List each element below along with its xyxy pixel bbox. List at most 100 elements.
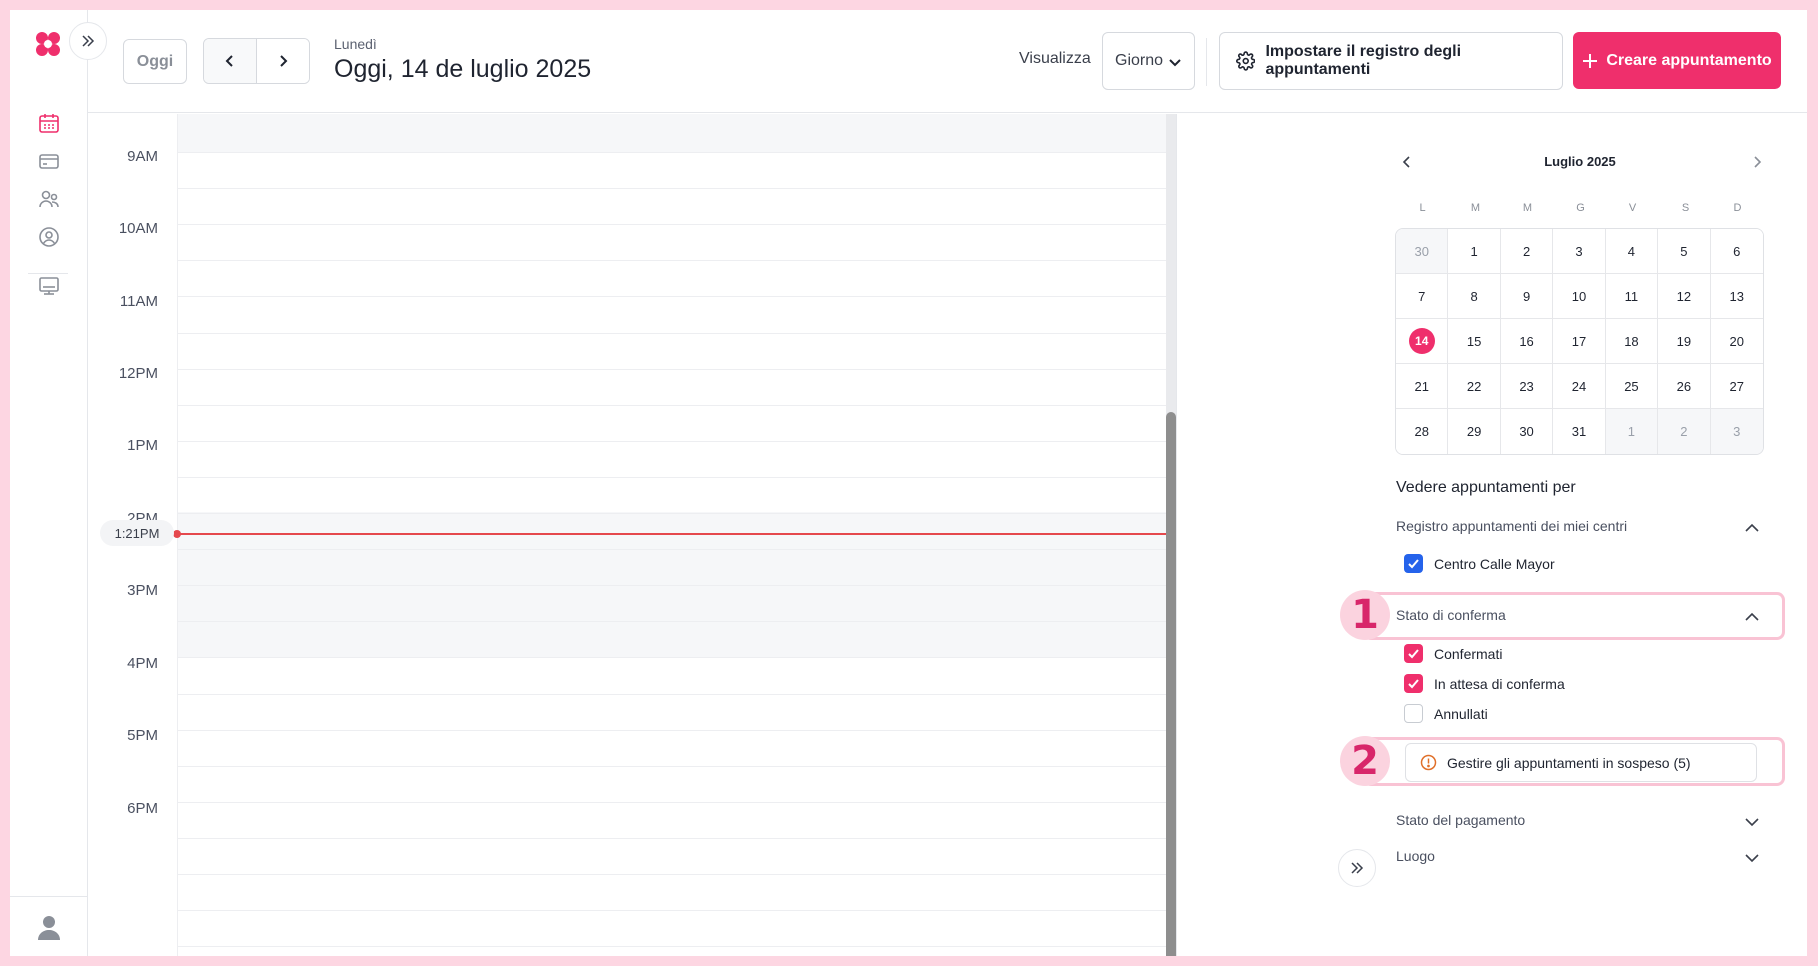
create-appointment-button[interactable]: Creare appuntamento	[1573, 32, 1781, 89]
checkbox-unchecked[interactable]	[1404, 704, 1423, 723]
mini-calendar-day-number: 16	[1519, 333, 1534, 349]
mini-calendar-day[interactable]: 19	[1658, 319, 1711, 364]
mini-calendar-next-button[interactable]	[1750, 155, 1766, 171]
mini-calendar-prev-button[interactable]	[1400, 155, 1416, 171]
center-checkbox-row[interactable]: Centro Calle Mayor	[1404, 554, 1555, 573]
users-icon[interactable]	[36, 186, 62, 212]
mini-calendar-day[interactable]: 24	[1553, 364, 1606, 409]
gear-icon	[1236, 51, 1256, 71]
place-accordion[interactable]: Luogo	[1396, 848, 1435, 864]
mini-calendar-day[interactable]: 9	[1500, 274, 1554, 319]
mini-calendar-day[interactable]: 5	[1658, 229, 1711, 274]
mini-calendar-day[interactable]: 30	[1500, 409, 1554, 454]
mini-calendar-day-number: 27	[1729, 378, 1744, 394]
confirmed-checkbox-row[interactable]: Confermati	[1404, 644, 1502, 663]
mini-calendar-day[interactable]: 8	[1448, 274, 1501, 319]
centers-accordion[interactable]: Registro appuntamenti dei miei centri	[1396, 518, 1627, 534]
mini-calendar-day[interactable]: 12	[1658, 274, 1711, 319]
mini-calendar-day-number: 6	[1733, 243, 1741, 259]
pending-label: In attesa di conferma	[1434, 675, 1565, 692]
manage-pending-button[interactable]: Gestire gli appuntamenti in sospeso (5)	[1405, 743, 1757, 782]
mini-calendar-day[interactable]: 16	[1500, 319, 1554, 364]
unavailable-slot	[178, 114, 1176, 152]
mini-calendar-day[interactable]: 25	[1605, 364, 1659, 409]
page-title: Oggi, 14 de luglio 2025	[334, 55, 592, 83]
checkbox-checked[interactable]	[1404, 674, 1423, 693]
mini-calendar-day[interactable]: 29	[1448, 409, 1501, 454]
mini-calendar-day[interactable]: 6	[1710, 229, 1763, 274]
mini-calendar-day[interactable]: 1	[1605, 409, 1659, 454]
chevron-down-icon[interactable]	[1744, 814, 1760, 830]
mini-calendar-day[interactable]: 18	[1605, 319, 1659, 364]
mini-calendar-day-number: 23	[1519, 378, 1534, 394]
monitor-icon[interactable]	[36, 273, 62, 299]
slot-line	[178, 333, 1176, 334]
today-button[interactable]: Oggi	[123, 39, 187, 84]
mini-calendar-day[interactable]: 10	[1553, 274, 1606, 319]
settings-button[interactable]: Impostare il registro degli appuntamenti	[1219, 32, 1563, 90]
hour-label: 9AM	[127, 148, 158, 165]
double-chevron-right-icon	[82, 35, 95, 47]
mini-calendar-day-number: 25	[1624, 378, 1639, 394]
mini-calendar-day[interactable]: 13	[1710, 274, 1763, 319]
mini-calendar-day-number: 30	[1519, 424, 1534, 439]
cancelled-checkbox-row[interactable]: Annullati	[1404, 704, 1488, 723]
mini-calendar-day-number: 5	[1680, 243, 1688, 259]
mini-calendar-day-number: 13	[1729, 288, 1744, 304]
collapse-panel-button[interactable]	[1338, 849, 1376, 887]
mini-calendar-day[interactable]: 26	[1658, 364, 1711, 409]
previous-day-button[interactable]	[204, 39, 257, 83]
confirmation-accordion[interactable]: Stato di conferma	[1396, 607, 1506, 623]
next-day-button[interactable]	[257, 39, 309, 83]
mini-calendar-day[interactable]: 27	[1710, 364, 1763, 409]
hour-label: 12PM	[118, 365, 158, 382]
credit-card-icon[interactable]	[36, 148, 62, 174]
expand-sidebar-button[interactable]	[69, 22, 107, 60]
calendar-icon[interactable]	[36, 110, 62, 136]
slot-line	[178, 369, 1176, 370]
mini-calendar-day-today[interactable]: 14	[1396, 319, 1449, 364]
mini-calendar-day[interactable]: 15	[1448, 319, 1501, 364]
confirmed-label: Confermati	[1434, 645, 1503, 662]
mini-calendar-day[interactable]: 3	[1553, 229, 1606, 274]
mini-calendar-day-number: 3	[1733, 424, 1741, 439]
mini-calendar-day-number: 21	[1414, 378, 1429, 394]
mini-calendar-day[interactable]: 4	[1605, 229, 1659, 274]
mini-calendar-day[interactable]: 20	[1710, 319, 1763, 364]
chevron-up-icon[interactable]	[1744, 609, 1760, 625]
payment-accordion[interactable]: Stato del pagamento	[1396, 812, 1525, 828]
mini-calendar-day[interactable]: 17	[1553, 319, 1606, 364]
chevron-up-icon[interactable]	[1744, 520, 1760, 536]
mini-calendar-day[interactable]: 7	[1396, 274, 1449, 319]
time-slots[interactable]	[177, 114, 1176, 956]
checkbox-checked[interactable]	[1404, 554, 1423, 573]
mini-calendar-day[interactable]: 2	[1658, 409, 1711, 454]
center-option-label: Centro Calle Mayor	[1434, 555, 1555, 572]
checkbox-checked[interactable]	[1404, 644, 1423, 663]
mini-calendar-day[interactable]: 1	[1448, 229, 1501, 274]
user-circle-icon[interactable]	[36, 224, 62, 250]
weekday-header: V	[1628, 202, 1637, 214]
mini-calendar-day[interactable]: 31	[1553, 409, 1606, 454]
mini-calendar-day[interactable]: 21	[1396, 364, 1449, 409]
weekday-header: D	[1733, 202, 1742, 214]
mini-calendar-day-number: 14	[1408, 328, 1435, 354]
chevron-down-icon[interactable]	[1744, 850, 1760, 866]
mini-calendar-title: Luglio 2025	[1544, 154, 1616, 169]
profile-avatar-icon[interactable]	[37, 914, 61, 940]
view-select[interactable]: Giorno	[1102, 32, 1195, 90]
pending-checkbox-row[interactable]: In attesa di conferma	[1404, 674, 1565, 693]
warning-circle-icon	[1420, 754, 1437, 771]
mini-calendar-day-number: 2	[1680, 424, 1688, 439]
mini-calendar-day[interactable]: 28	[1396, 409, 1449, 454]
scrollbar-thumb[interactable]	[1166, 412, 1176, 956]
mini-calendar-day[interactable]: 23	[1500, 364, 1554, 409]
mini-calendar-day[interactable]: 3	[1710, 409, 1763, 454]
mini-calendar-day[interactable]: 30	[1396, 229, 1449, 274]
mini-calendar-day[interactable]: 22	[1448, 364, 1501, 409]
mini-calendar-day[interactable]: 2	[1500, 229, 1554, 274]
check-icon	[1408, 679, 1419, 689]
mini-calendar-day[interactable]: 11	[1605, 274, 1659, 319]
day-grid: 9AM 10AM 11AM 12PM 1PM 2PM 3PM 4PM 5PM 6…	[88, 114, 1176, 956]
slot-line	[178, 585, 1176, 586]
